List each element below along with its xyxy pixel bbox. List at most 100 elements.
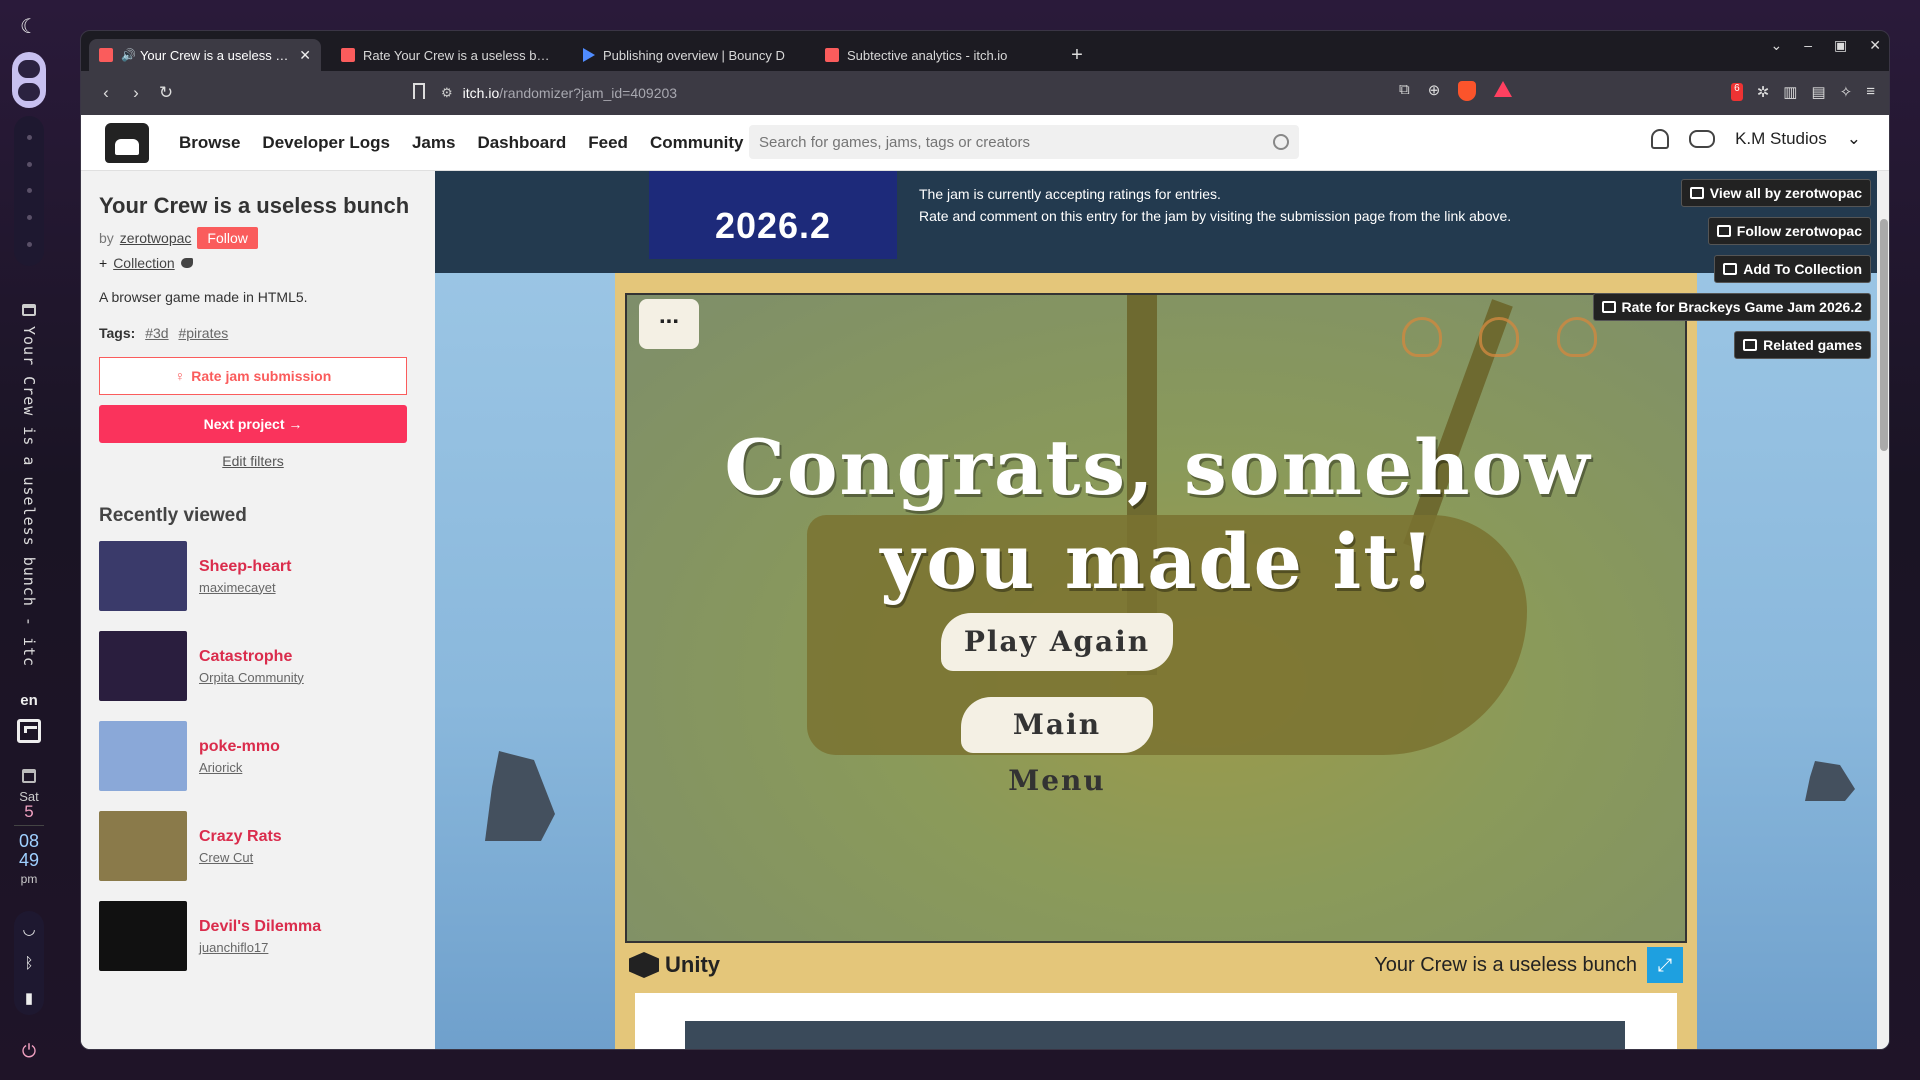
power-icon[interactable]: ⏻ [22,1041,36,1062]
close-tab-icon[interactable]: ✕ [299,47,311,64]
author-link[interactable]: zerotwopac [120,230,192,246]
list-item[interactable]: Crazy Rats Crew Cut [99,811,417,881]
related-games-button[interactable]: Related games [1734,331,1871,359]
page-scrollbar[interactable] [1877,171,1889,1049]
tag-link[interactable]: #3d [145,325,168,341]
scrollbar-thumb[interactable] [1880,219,1888,451]
list-item[interactable]: Devil's Dilemma juanchiflo17 [99,901,417,971]
game-thumbnail[interactable] [99,721,187,791]
close-window-icon[interactable]: ✕ [1869,37,1881,54]
play-again-button[interactable]: Play Again [941,613,1173,671]
twitter-icon[interactable] [180,258,193,268]
game-link[interactable]: Devil's Dilemma [199,918,321,936]
brave-shields-icon[interactable] [1458,81,1477,101]
address-bar[interactable]: ⚙ itch.io/randomizer?jam_id=409203 [441,77,1521,109]
view-all-by-author-button[interactable]: View all by zerotwopac [1680,179,1871,207]
game-thumbnail[interactable] [99,631,187,701]
tag-link[interactable]: #pirates [178,325,228,341]
game-canvas[interactable]: ... Congrats, somehow you made it! Play … [625,293,1687,943]
author-link[interactable]: Orpita Community [199,670,304,685]
zoom-icon[interactable]: ⊕ [1428,81,1441,101]
game-thumbnail[interactable] [99,811,187,881]
site-info-icon[interactable]: ⚙ [441,85,453,101]
itch-logo-icon[interactable] [105,122,149,163]
nav-community[interactable]: Community [650,133,744,153]
brightness-icon[interactable]: ▮ [25,989,33,1007]
game-sidebar: Your Crew is a useless bunch by zerotwop… [81,171,435,1049]
game-thumbnail[interactable] [99,901,187,971]
brave-rewards-icon[interactable] [1494,81,1513,97]
game-link[interactable]: Crazy Rats [199,828,282,846]
extensions-icon[interactable]: ✲ [1757,83,1770,101]
follow-button[interactable]: Follow [197,227,258,249]
nav-dashboard[interactable]: Dashboard [477,133,566,153]
menu-icon[interactable]: ≡ [1866,83,1875,101]
wallet-icon[interactable]: ▤ [1811,83,1825,101]
fullscreen-icon[interactable]: ⤢ [1647,947,1683,983]
search-icon[interactable] [1273,134,1289,150]
calendar-icon[interactable] [22,769,36,783]
notifications-icon[interactable] [1651,129,1670,149]
user-area: K.M Studios ⌄ [1651,129,1861,149]
user-menu[interactable]: K.M Studios [1735,129,1827,149]
add-to-collection-button[interactable]: Add To Collection [1714,255,1871,283]
app-tray-icon[interactable] [17,719,41,743]
tab-rate-your-crew[interactable]: Rate Your Crew is a useless bunch [331,39,563,71]
author-link[interactable]: juanchiflo17 [199,940,321,955]
jam-logo[interactable]: 2026.2 [649,171,897,259]
maximize-icon[interactable]: ▣ [1834,37,1847,54]
wifi-icon[interactable]: ◡ [22,920,35,938]
leo-ai-icon[interactable]: ✧ [1840,83,1853,101]
tab-list-icon[interactable]: ⌄ [1771,37,1783,54]
system-tray: ◡ ᛒ ▮ [14,911,44,1015]
game-link[interactable]: Sheep-heart [199,558,291,576]
active-workspace[interactable] [12,52,46,108]
next-project-button[interactable]: Next project → [99,405,407,443]
nav-browse[interactable]: Browse [179,133,240,153]
bluetooth-icon[interactable]: ᛒ [24,955,33,972]
edit-filters-link[interactable]: Edit filters [99,453,407,469]
tab-your-crew[interactable]: 🔊 Your Crew is a useless bunch ✕ [89,39,321,71]
game-thumbnail[interactable] [99,541,187,611]
author-link[interactable]: maximecayet [199,580,291,595]
os-launcher-icon[interactable]: ☾ [16,14,42,40]
bookmark-icon[interactable] [413,83,425,99]
author-link[interactable]: Crew Cut [199,850,282,865]
tags-row: Tags: #3d #pirates [99,325,229,341]
minimize-icon[interactable]: – [1804,37,1812,54]
extension-badge-icon[interactable]: 6 [1731,83,1743,101]
rate-jam-submission-button[interactable]: ♀ Rate jam submission [99,357,407,395]
unity-game-name: Your Crew is a useless bunch [1374,953,1637,976]
reload-icon[interactable]: ↻ [151,83,181,103]
list-item[interactable]: Catastrophe Orpita Community [99,631,417,701]
sidebar-icon[interactable]: ▥ [1783,83,1797,101]
new-tab-button[interactable]: + [1063,41,1091,71]
game-link[interactable]: Catastrophe [199,648,304,666]
tab-subtective-analytics[interactable]: Subtective analytics - itch.io [815,39,1047,71]
os-side-panel: ☾ Your Crew is a useless bunch - itch.i.… [0,0,58,1080]
congrats-message: Congrats, somehow you made it! [724,423,1592,606]
nav-developer-logs[interactable]: Developer Logs [262,133,390,153]
rate-for-jam-button[interactable]: Rate for Brackeys Game Jam 2026.2 [1592,293,1871,321]
gamepad-icon[interactable] [1689,130,1716,148]
list-item[interactable]: Sheep-heart maximecayet [99,541,417,611]
nav-feed[interactable]: Feed [588,133,628,153]
follow-author-button[interactable]: Follow zerotwopac [1707,217,1871,245]
game-menu-button[interactable]: ... [639,299,699,349]
keyboard-language[interactable]: en [20,692,38,709]
game-link[interactable]: poke-mmo [199,738,280,756]
author-link[interactable]: Ariorick [199,760,280,775]
tab-publishing-overview[interactable]: Publishing overview | Bouncy D [573,39,805,71]
chevron-down-icon[interactable]: ⌄ [1847,129,1861,149]
nav-jams[interactable]: Jams [412,133,455,153]
add-collection-link[interactable]: Collection [113,255,174,271]
list-item[interactable]: poke-mmo Ariorick [99,721,417,791]
workspace-switcher[interactable] [14,116,44,266]
speaker-icon[interactable]: 🔊 [121,48,136,62]
main-menu-button[interactable]: Main Menu [961,697,1153,797]
search-input[interactable] [759,133,1273,151]
open-external-icon[interactable]: ⧉ [1399,81,1410,101]
forward-icon[interactable]: › [121,83,151,103]
award-icon [1601,301,1616,313]
back-icon[interactable]: ‹ [91,83,121,103]
